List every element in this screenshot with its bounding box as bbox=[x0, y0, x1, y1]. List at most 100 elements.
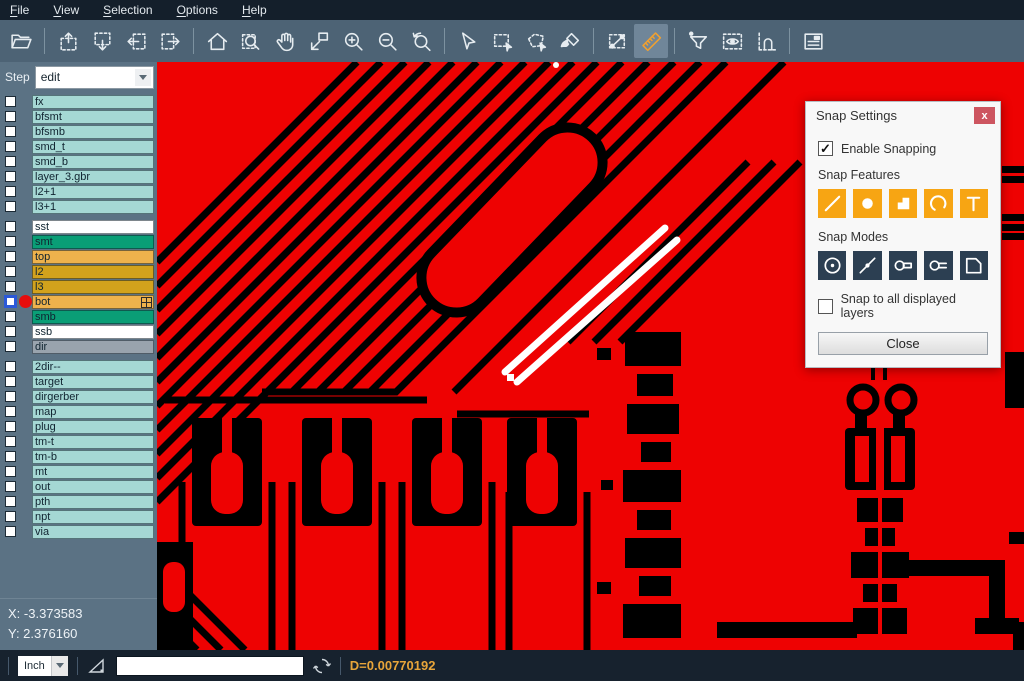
snap-line-button[interactable] bbox=[818, 189, 846, 218]
layer-visibility-checkbox[interactable] bbox=[5, 96, 16, 107]
layer-row-mt[interactable]: mt bbox=[0, 465, 157, 479]
layer-visibility-checkbox[interactable] bbox=[5, 421, 16, 432]
layer-visibility-checkbox[interactable] bbox=[5, 406, 16, 417]
unit-select[interactable]: Inch bbox=[18, 656, 68, 676]
menu-help[interactable]: Help bbox=[242, 3, 267, 17]
layer-name[interactable]: layer_3.gbr bbox=[32, 170, 154, 184]
all-layers-checkbox[interactable] bbox=[818, 299, 833, 314]
layer-name[interactable]: sst bbox=[32, 220, 154, 234]
layer-visibility-checkbox[interactable] bbox=[5, 341, 16, 352]
layer-visibility-checkbox[interactable] bbox=[5, 201, 16, 212]
layer-row-bfsmb[interactable]: bfsmb bbox=[0, 125, 157, 139]
layer-visibility-checkbox[interactable] bbox=[5, 526, 16, 537]
layer-row-map[interactable]: map bbox=[0, 405, 157, 419]
shift-right-button[interactable] bbox=[153, 24, 187, 58]
snap-center-button[interactable] bbox=[818, 251, 846, 280]
layer-row-l2[interactable]: l2 bbox=[0, 265, 157, 279]
filter-button[interactable] bbox=[681, 24, 715, 58]
snap-contour-open-button[interactable] bbox=[924, 251, 952, 280]
layer-name[interactable]: npt bbox=[32, 510, 154, 524]
layer-panel-button[interactable] bbox=[796, 24, 830, 58]
command-input[interactable] bbox=[116, 656, 304, 676]
measure-ruler-button[interactable] bbox=[634, 24, 668, 58]
layer-row-tm-t[interactable]: tm-t bbox=[0, 435, 157, 449]
select-rect-button[interactable] bbox=[485, 24, 519, 58]
layer-visibility-checkbox[interactable] bbox=[5, 221, 16, 232]
layer-name[interactable]: smb bbox=[32, 310, 154, 324]
layer-name[interactable]: bfsmt bbox=[32, 110, 154, 124]
layer-row-dirgerber[interactable]: dirgerber bbox=[0, 390, 157, 404]
layer-row-via[interactable]: via bbox=[0, 525, 157, 539]
layer-visibility-checkbox[interactable] bbox=[5, 376, 16, 387]
layer-visibility-checkbox[interactable] bbox=[5, 391, 16, 402]
layer-row-layer_3.gbr[interactable]: layer_3.gbr bbox=[0, 170, 157, 184]
layer-name[interactable]: fx bbox=[32, 95, 154, 109]
dialog-titlebar[interactable]: Snap Settings x bbox=[806, 102, 1000, 129]
step-select[interactable]: edit bbox=[35, 66, 154, 89]
snap-surface-button[interactable] bbox=[889, 189, 917, 218]
home-view-button[interactable] bbox=[200, 24, 234, 58]
zoom-window-button[interactable] bbox=[302, 24, 336, 58]
layer-row-tm-b[interactable]: tm-b bbox=[0, 450, 157, 464]
layer-visibility-checkbox[interactable] bbox=[4, 295, 17, 308]
shift-left-button[interactable] bbox=[119, 24, 153, 58]
snap-text-button[interactable] bbox=[960, 189, 988, 218]
layer-visibility-checkbox[interactable] bbox=[5, 111, 16, 122]
layer-row-pth[interactable]: pth bbox=[0, 495, 157, 509]
layer-visibility-checkbox[interactable] bbox=[5, 496, 16, 507]
select-polygon-button[interactable] bbox=[519, 24, 553, 58]
layer-row-top[interactable]: top bbox=[0, 250, 157, 264]
menu-file[interactable]: File bbox=[10, 3, 29, 17]
layer-name[interactable]: map bbox=[32, 405, 154, 419]
measure-points-button[interactable] bbox=[600, 24, 634, 58]
menu-options[interactable]: Options bbox=[177, 3, 218, 17]
layer-visibility-checkbox[interactable] bbox=[5, 156, 16, 167]
layer-visibility-checkbox[interactable] bbox=[5, 511, 16, 522]
layer-name[interactable]: dirgerber bbox=[32, 390, 154, 404]
layer-row-plug[interactable]: plug bbox=[0, 420, 157, 434]
layer-name[interactable]: smt bbox=[32, 235, 154, 249]
pan-hand-button[interactable] bbox=[268, 24, 302, 58]
layer-name[interactable]: 2dir-- bbox=[32, 360, 154, 374]
menu-selection[interactable]: Selection bbox=[103, 3, 152, 17]
open-folder-button[interactable] bbox=[4, 24, 38, 58]
layer-visibility-checkbox[interactable] bbox=[5, 171, 16, 182]
layer-row-smt[interactable]: smt bbox=[0, 235, 157, 249]
layer-row-ssb[interactable]: ssb bbox=[0, 325, 157, 339]
import-bottom-button[interactable] bbox=[85, 24, 119, 58]
layer-row-2dir--[interactable]: 2dir-- bbox=[0, 360, 157, 374]
snap-arc-button[interactable] bbox=[924, 189, 952, 218]
layer-row-fx[interactable]: fx bbox=[0, 95, 157, 109]
layer-name[interactable]: via bbox=[32, 525, 154, 539]
refresh-icon[interactable] bbox=[313, 657, 331, 675]
menu-view[interactable]: View bbox=[53, 3, 79, 17]
layer-visibility-checkbox[interactable] bbox=[5, 481, 16, 492]
layer-visibility-checkbox[interactable] bbox=[5, 251, 16, 262]
layer-row-smb[interactable]: smb bbox=[0, 310, 157, 324]
snap-contour-slot-button[interactable] bbox=[889, 251, 917, 280]
layer-name[interactable]: l3 bbox=[32, 280, 154, 294]
layer-visibility-checkbox[interactable] bbox=[5, 126, 16, 137]
zoom-out-button[interactable] bbox=[370, 24, 404, 58]
layer-name[interactable]: ssb bbox=[32, 325, 154, 339]
layer-name[interactable]: smd_b bbox=[32, 155, 154, 169]
layer-visibility-checkbox[interactable] bbox=[5, 361, 16, 372]
select-pointer-button[interactable] bbox=[451, 24, 485, 58]
layer-name[interactable]: tm-t bbox=[32, 435, 154, 449]
layer-row-l3+1[interactable]: l3+1 bbox=[0, 200, 157, 214]
layer-visibility-checkbox[interactable] bbox=[5, 326, 16, 337]
layer-name[interactable]: target bbox=[32, 375, 154, 389]
layer-row-out[interactable]: out bbox=[0, 480, 157, 494]
snap-midpoint-button[interactable] bbox=[853, 251, 881, 280]
layer-name[interactable]: bot bbox=[32, 295, 154, 309]
zoom-in-button[interactable] bbox=[336, 24, 370, 58]
snap-pad-button[interactable] bbox=[853, 189, 881, 218]
layer-row-l2+1[interactable]: l2+1 bbox=[0, 185, 157, 199]
layer-visibility-checkbox[interactable] bbox=[5, 186, 16, 197]
layer-visibility-checkbox[interactable] bbox=[5, 466, 16, 477]
zoom-previous-button[interactable] bbox=[404, 24, 438, 58]
select-brush-button[interactable] bbox=[553, 24, 587, 58]
snap-settings-button[interactable] bbox=[749, 24, 783, 58]
layer-row-bfsmt[interactable]: bfsmt bbox=[0, 110, 157, 124]
layer-row-dir[interactable]: dir bbox=[0, 340, 157, 354]
